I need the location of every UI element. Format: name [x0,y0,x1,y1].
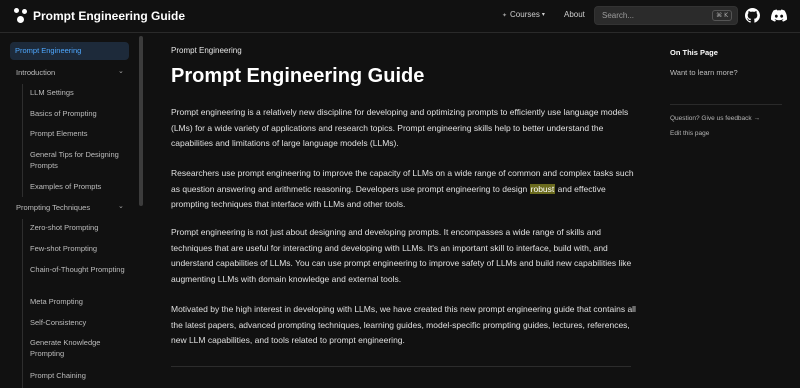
skills-paragraph: Prompt engineering is not just about des… [171,227,632,284]
search-shortcut-badge: ⌘ K [712,10,732,21]
top-navbar: Prompt Engineering Guide ✦ Courses ▾ About… [0,0,800,33]
sparkle-icon: ✦ [502,13,508,19]
sidebar-item-meta-prompting[interactable]: Meta Prompting [30,296,130,307]
nav-about-link[interactable]: About [564,10,585,19]
sidebar-item-generate-knowledge[interactable]: Generate Knowledge Prompting [30,337,130,359]
sidebar-section-introduction[interactable]: Introduction [16,67,55,78]
highlighted-word: robust [529,183,556,194]
logo-icon[interactable] [14,8,28,24]
sidebar-section-prompting-techniques[interactable]: Prompting Techniques [16,202,90,213]
feedback-link[interactable]: Question? Give us feedback → [670,115,760,122]
search-placeholder: Search... [602,11,635,20]
sidebar-item-prompt-elements[interactable]: Prompt Elements [30,128,130,139]
chevron-down-icon: ▾ [541,12,545,18]
discord-icon[interactable] [771,9,787,22]
breadcrumb: Prompt Engineering [171,46,242,55]
intro-paragraph: Prompt engineering is a relatively new d… [171,107,629,148]
edit-page-link[interactable]: Edit this page [670,130,709,137]
motivation-paragraph: Motivated by the high interest in develo… [171,304,636,345]
sidebar-scrollbar[interactable] [139,36,143,206]
sidebar-item-examples-of-prompts[interactable]: Examples of Prompts [30,181,130,192]
toc-link-want-to-learn-more[interactable]: Want to learn more? [670,68,738,77]
sidebar-item-llm-settings[interactable]: LLM Settings [30,87,130,98]
content-divider [171,366,631,367]
sidebar-item-basics-of-prompting[interactable]: Basics of Prompting [30,108,130,119]
toc-divider [670,104,782,105]
sidebar-nav: Prompt Engineering Introduction ⌄ LLM Se… [0,34,145,388]
sidebar-item-chain-of-thought[interactable]: Chain-of-Thought Prompting [30,264,130,275]
sidebar-tree-line [22,219,23,388]
sidebar-item-prompt-engineering[interactable]: Prompt Engineering [10,42,129,60]
sidebar-item-zero-shot[interactable]: Zero-shot Prompting [30,222,130,233]
github-icon[interactable] [745,8,760,23]
sidebar-item-self-consistency[interactable]: Self-Consistency [30,317,130,328]
sidebar-tree-line [22,84,23,197]
site-title[interactable]: Prompt Engineering Guide [33,9,185,23]
toc-heading: On This Page [670,48,718,57]
nav-courses-menu[interactable]: ✦ Courses ▾ [502,10,545,19]
search-input[interactable]: Search... ⌘ K [594,6,738,25]
chevron-down-icon[interactable]: ⌄ [118,67,124,75]
researchers-paragraph: Researchers use prompt engineering to im… [171,166,637,213]
page-title: Prompt Engineering Guide [171,65,425,87]
chevron-down-icon[interactable]: ⌄ [118,202,124,210]
sidebar-item-general-tips[interactable]: General Tips for Designing Prompts [30,149,130,171]
nav-courses-label: Courses [510,10,540,19]
sidebar-item-prompt-chaining[interactable]: Prompt Chaining [30,370,130,381]
sidebar-item-few-shot[interactable]: Few-shot Prompting [30,243,130,254]
